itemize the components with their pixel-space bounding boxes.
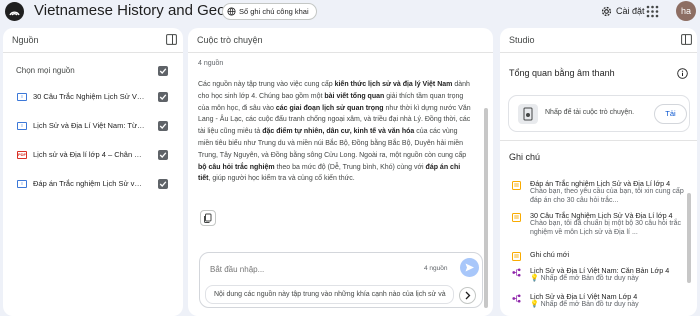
source-checkbox[interactable] [158,150,168,160]
collapse-panel-icon[interactable] [166,34,177,45]
top-bar: Vietnamese History and Geography Sổ ghi … [0,0,700,24]
sources-title: Nguồn [12,35,39,45]
globe-icon [227,7,236,16]
note-title: Ghi chú mới [530,250,570,259]
chat-panel: Cuộc trò chuyện 4 nguồn Các nguồn này tậ… [188,28,493,316]
collapse-panel-icon[interactable] [681,34,692,45]
select-all-label: Chọn mọi nguồn [16,66,75,75]
load-audio-button[interactable]: Tải [654,104,687,124]
mindmap-hint: 💡 Nhấp để mở Bản đồ tư duy này [530,275,639,282]
source-item[interactable]: PDF Lịch sử và Địa lí lớp 4 – Chân Trời … [17,148,167,162]
mindmap-item[interactable]: Lịch Sử và Địa Lí Việt Nam: Căn Bản Lớp … [512,266,682,286]
note-item[interactable]: Đáp án Trắc nghiệm Lịch Sử và Địa Lí lớp… [512,179,684,205]
chat-composer: 4 nguồn Nội dung các nguồn này tập trung… [199,252,483,308]
source-item[interactable]: ≡ Đáp án Trắc nghiệm Lịch Sử và Đị... [17,177,167,191]
copy-icon [204,213,212,223]
source-checkbox[interactable] [158,92,168,102]
mindmap-title: Lịch Sử và Địa Lí Việt Nam: Căn Bản Lớp … [530,266,670,275]
sources-panel: Nguồn Chọn mọi nguồn ≡ 30 Câu Trắc Nghiệ… [3,28,183,316]
web-doc-icon: ≡ [17,180,27,188]
source-label: Lịch Sử và Địa Lí Việt Nam: Từ Cội ... [33,121,145,130]
studio-title: Studio [509,35,535,45]
studio-scrollbar[interactable] [687,193,691,283]
user-avatar[interactable]: ha [676,1,696,21]
mindmap-icon [512,294,521,303]
note-icon [512,213,521,222]
settings-label: Cài đặt [616,6,645,16]
public-notebook-badge[interactable]: Sổ ghi chú công khai [222,3,317,20]
source-item[interactable]: ≡ 30 Câu Trắc Nghiệm Lịch Sử Và Địa Lí..… [17,90,167,104]
note-item[interactable]: 30 Câu Trắc Nghiệm Lịch Sử Và Địa Lí lớp… [512,211,682,237]
note-icon [512,252,521,261]
web-doc-icon: ≡ [17,93,27,101]
source-item[interactable]: ≡ Lịch Sử và Địa Lí Việt Nam: Từ Cội ... [17,119,167,133]
mindmap-item[interactable]: Lịch Sử và Địa Lí Việt Nam Lớp 4 💡 Nhấp … [512,292,682,312]
pdf-icon: PDF [17,151,27,159]
copy-button[interactable] [200,210,216,226]
note-item[interactable]: Ghi chú mới [512,250,682,262]
source-checkbox[interactable] [158,179,168,189]
web-doc-icon: ≡ [17,122,27,130]
source-checkbox[interactable] [158,121,168,131]
send-icon [465,263,474,272]
chat-header: Cuộc trò chuyện [188,28,493,53]
apps-grid-icon[interactable] [645,4,660,19]
note-icon [512,181,521,190]
chat-input[interactable] [210,262,400,276]
source-label: Đáp án Trắc nghiệm Lịch Sử và Đị... [33,179,145,188]
suggested-question[interactable]: Nội dung các nguồn này tập trung vào nhữ… [205,285,454,304]
sources-header: Nguồn [3,28,183,53]
source-label: Lịch sử và Địa lí lớp 4 – Chân Trời ... [33,150,145,159]
select-all-checkbox[interactable] [158,66,168,76]
source-label: 30 Câu Trắc Nghiệm Lịch Sử Và Địa Lí... [33,92,145,101]
send-button[interactable] [460,258,479,277]
note-preview: Chào bạn, theo yêu cầu của bạn, tôi xin … [530,188,684,204]
audio-overview-card: Nhấp để tải cuộc trò chuyện. Tải [508,95,690,132]
audio-file-icon [518,104,538,124]
audio-load-prompt: Nhấp để tải cuộc trò chuyện. [545,109,635,116]
next-suggestion-button[interactable] [459,287,476,304]
info-icon[interactable] [677,68,688,79]
notebooklm-logo-icon[interactable] [5,2,24,21]
notes-title: Ghi chú [509,152,541,162]
chat-title: Cuộc trò chuyện [197,35,263,45]
composer-source-count: 4 nguồn [424,265,448,272]
mindmap-icon [512,268,521,277]
mindmap-title: Lịch Sử và Địa Lí Việt Nam Lớp 4 [530,292,638,301]
chevron-right-icon [465,291,471,300]
source-count: 4 nguồn [198,60,224,67]
chat-scrollbar[interactable] [484,108,488,308]
public-notebook-label: Sổ ghi chú công khai [239,7,309,16]
notebook-summary: Các nguồn này tập trung vào việc cung cấ… [198,81,471,183]
studio-header: Studio [500,28,697,53]
audio-overview-title: Tổng quan bằng âm thanh [509,68,615,78]
mindmap-hint: 💡 Nhấp để mở Bản đồ tư duy này [530,301,639,308]
note-title: 30 Câu Trắc Nghiệm Lịch Sử Và Địa Lí lớp… [530,211,673,220]
settings-button[interactable]: Cài đặt [601,3,645,19]
note-title: Đáp án Trắc nghiệm Lịch Sử và Địa Lí lớp… [530,179,671,188]
note-preview: Chào bạn, tôi đã chuẩn bị một bộ 30 câu … [530,220,681,236]
studio-divider [500,140,697,141]
gear-icon [601,6,612,16]
studio-panel: Studio Tổng quan bằng âm thanh Nhấp để t… [500,28,697,316]
